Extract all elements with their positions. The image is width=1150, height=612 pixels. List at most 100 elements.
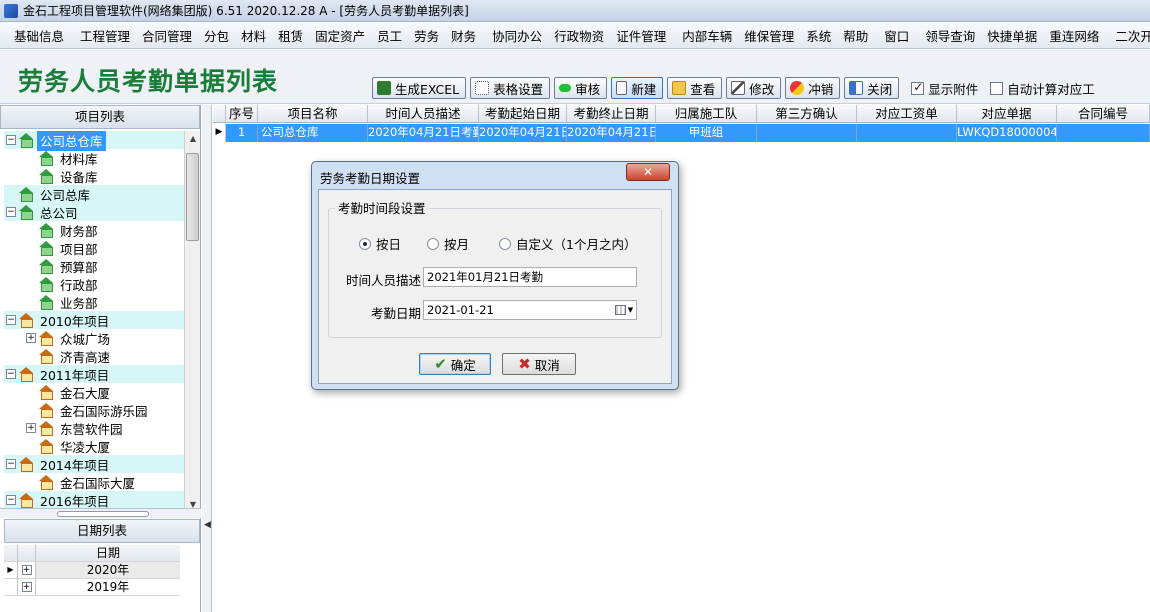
tree-item[interactable]: 金石国际游乐园: [26, 401, 151, 419]
menu-reconnect[interactable]: 重连网络: [1043, 26, 1105, 45]
col-header-start-date[interactable]: 考勤起始日期: [479, 105, 567, 122]
tree-item[interactable]: − 总公司: [6, 203, 81, 221]
splitter-grip[interactable]: [57, 511, 149, 517]
menu-contract-management[interactable]: 合同管理: [136, 26, 198, 45]
col-header-team[interactable]: 归属施工队: [656, 105, 757, 122]
tree-item[interactable]: 行政部: [26, 275, 101, 293]
vertical-splitter[interactable]: ◀: [202, 105, 212, 612]
tree-item[interactable]: 项目部: [26, 239, 101, 257]
cell-project[interactable]: 公司总仓库: [258, 124, 368, 142]
table-settings-button[interactable]: 表格设置: [470, 77, 551, 99]
view-button[interactable]: 查看: [667, 77, 723, 99]
tree-item[interactable]: 金石大厦: [26, 383, 113, 401]
menu-fixed-assets[interactable]: 固定资产: [309, 26, 371, 45]
collapse-minus-icon[interactable]: −: [6, 495, 16, 505]
menu-basic-info[interactable]: 基础信息: [8, 26, 70, 45]
collapse-minus-icon[interactable]: −: [6, 369, 16, 379]
show-attachments-checkbox[interactable]: 显示附件: [911, 77, 978, 99]
auto-calc-checkbox[interactable]: 自动计算对应工: [990, 77, 1095, 99]
tree-item[interactable]: 设备库: [26, 167, 101, 185]
new-button[interactable]: 新建: [611, 77, 664, 99]
collapse-left-icon[interactable]: ◀: [204, 520, 211, 530]
reverse-button[interactable]: 冲销: [785, 77, 841, 99]
ok-button[interactable]: ✔ 确定: [419, 353, 491, 375]
col-header-desc[interactable]: 时间人员描述: [368, 105, 479, 122]
col-header-project[interactable]: 项目名称: [258, 105, 368, 122]
tree-item[interactable]: −2010年项目: [6, 311, 112, 329]
menu-labor[interactable]: 劳务: [408, 26, 445, 45]
tree-item[interactable]: 预算部: [26, 257, 101, 275]
date-cell[interactable]: 2020年: [36, 562, 180, 578]
menu-quick-docs[interactable]: 快捷单据: [981, 26, 1043, 45]
tree-item[interactable]: −2014年项目: [6, 455, 112, 473]
menu-subcontract[interactable]: 分包: [198, 26, 235, 45]
menu-materials[interactable]: 材料: [235, 26, 272, 45]
tree-item[interactable]: + 众城广场: [26, 329, 113, 347]
table-row[interactable]: ▶ 1 公司总仓库 2020年04月21日考勤 2020年04月21日 2020…: [213, 124, 1150, 142]
tree-item[interactable]: −2016年项目: [6, 491, 112, 509]
approve-button[interactable]: 审核: [554, 77, 608, 99]
radio-custom[interactable]: 自定义（1个月之内）: [499, 234, 636, 253]
cell-document[interactable]: LWKQD180000046: [957, 124, 1057, 142]
tree-item[interactable]: 材料库: [26, 149, 101, 167]
tree-item[interactable]: + 东营软件园: [26, 419, 126, 437]
cell-team[interactable]: 甲班组: [656, 124, 757, 142]
menu-help[interactable]: 帮助: [837, 26, 874, 45]
collapse-minus-icon[interactable]: −: [6, 315, 16, 325]
menu-secondary-dev[interactable]: 二次开发: [1109, 26, 1150, 45]
tree-item[interactable]: 财务部: [26, 221, 101, 239]
collapse-minus-icon[interactable]: −: [6, 135, 16, 145]
scroll-up-arrow[interactable]: ▲: [185, 131, 201, 147]
tree-item[interactable]: 济青高速: [26, 347, 113, 365]
desc-input[interactable]: 2021年01月21日考勤: [423, 267, 637, 287]
cell-desc[interactable]: 2020年04月21日考勤: [368, 124, 479, 142]
tree-item[interactable]: − 公司总仓库: [6, 131, 106, 151]
tree-item[interactable]: −2011年项目: [6, 365, 112, 383]
dialog-close-button[interactable]: ✕: [626, 163, 670, 181]
calendar-dropdown-button[interactable]: ▼: [614, 302, 634, 318]
menu-project-management[interactable]: 工程管理: [74, 26, 136, 45]
col-header-third-party[interactable]: 第三方确认: [757, 105, 857, 122]
menu-office[interactable]: 协同办公: [486, 26, 548, 45]
project-tree[interactable]: − 公司总仓库 材料库 设备库 公司总库 − 总公司 财务部 项目部 预算部 行政部 业务部 −2010…: [4, 131, 200, 514]
close-button[interactable]: 关闭: [844, 77, 900, 99]
cell-third-party[interactable]: [757, 124, 857, 142]
col-header-seq[interactable]: 序号: [226, 105, 258, 122]
menu-admin-supplies[interactable]: 行政物资: [548, 26, 610, 45]
date-row[interactable]: ▶ + 2020年: [4, 562, 180, 579]
tree-item[interactable]: 公司总库: [6, 185, 93, 203]
export-excel-button[interactable]: 生成EXCEL: [372, 77, 467, 99]
menu-employees[interactable]: 员工: [371, 26, 408, 45]
col-header-end-date[interactable]: 考勤终止日期: [567, 105, 656, 122]
date-cell[interactable]: 2019年: [36, 579, 180, 595]
tree-item[interactable]: 业务部: [26, 293, 101, 311]
collapse-minus-icon[interactable]: −: [6, 207, 16, 217]
radio-by-day[interactable]: 按日: [359, 234, 401, 253]
cell-payroll[interactable]: [857, 124, 957, 142]
menu-maintenance[interactable]: 维保管理: [738, 26, 800, 45]
date-column-header[interactable]: 日期: [36, 545, 180, 561]
date-input[interactable]: 2021-01-21: [423, 300, 637, 320]
date-row[interactable]: + 2019年: [4, 579, 180, 596]
expand-plus-icon[interactable]: +: [21, 582, 32, 592]
radio-by-month[interactable]: 按月: [427, 234, 469, 253]
menu-system[interactable]: 系统: [800, 26, 837, 45]
cell-start-date[interactable]: 2020年04月21日: [479, 124, 567, 142]
tree-item[interactable]: 华凌大厦: [26, 437, 113, 455]
cell-contract[interactable]: [1057, 124, 1150, 142]
col-header-document[interactable]: 对应单据: [957, 105, 1057, 122]
scroll-thumb[interactable]: [186, 153, 199, 241]
menu-certificates[interactable]: 证件管理: [610, 26, 672, 45]
menu-vehicles[interactable]: 内部车辆: [676, 26, 738, 45]
expand-plus-icon[interactable]: +: [21, 565, 32, 575]
edit-button[interactable]: 修改: [726, 77, 782, 99]
cancel-button[interactable]: ✖ 取消: [502, 353, 576, 375]
menu-finance[interactable]: 财务: [445, 26, 482, 45]
menu-leader-query[interactable]: 领导查询: [919, 26, 981, 45]
tree-item[interactable]: 金石国际大厦: [26, 473, 138, 491]
cell-seq[interactable]: 1: [226, 124, 258, 142]
collapse-minus-icon[interactable]: −: [6, 459, 16, 469]
menu-window[interactable]: 窗口: [878, 26, 915, 45]
col-header-contract[interactable]: 合同编号: [1057, 105, 1150, 122]
expand-plus-icon[interactable]: +: [26, 423, 36, 433]
